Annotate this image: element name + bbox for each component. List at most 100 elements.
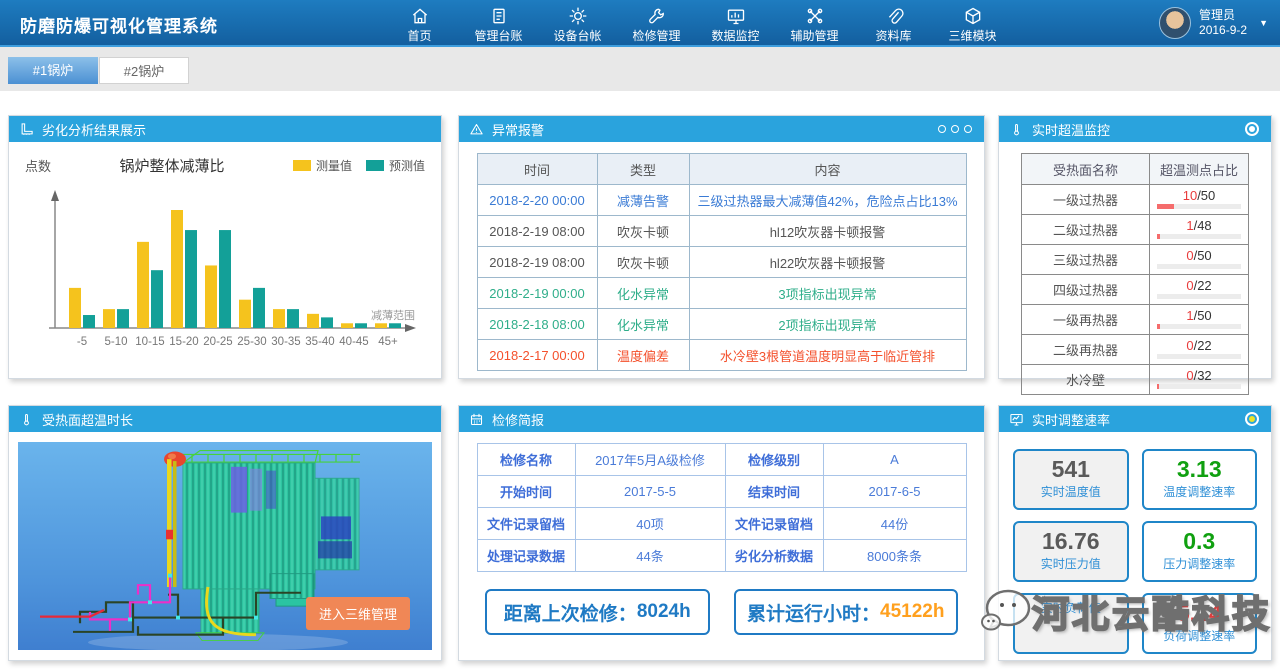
chart-legend: 测量值预测值 <box>293 157 425 174</box>
card-label: 实时负荷值 <box>1015 599 1127 616</box>
overtemp-header-row: 受热面名称超温测点占比 <box>1022 154 1249 185</box>
panel-title: 实时调整速率 <box>1032 410 1110 429</box>
realtime-cards: 541实时温度值3.13温度调整速率16.76实时压力值0.3压力调整速率实时负… <box>1013 449 1257 654</box>
card-value: 16.76 <box>1015 527 1127 555</box>
status-indicator[interactable] <box>1245 122 1259 136</box>
maintenance-table: 检修名称2017年5月A级检修检修级别A开始时间2017-5-5结束时间2017… <box>477 443 967 572</box>
calendar-icon <box>469 412 484 427</box>
svg-text:10-15: 10-15 <box>135 336 164 348</box>
maintenance-row: 开始时间2017-5-5结束时间2017-6-5 <box>477 476 966 508</box>
alarm-row: 2018-2-19 08:00吹灰卡顿hl12吹灰器卡顿报警 <box>477 216 966 247</box>
chart-y-label: 点数 <box>25 156 51 175</box>
panel-adjust-rate: 实时调整速率 541实时温度值3.13温度调整速率16.76实时压力值0.3压力… <box>998 405 1272 661</box>
ledger-icon <box>489 6 509 26</box>
avatar <box>1159 7 1191 39</box>
maintenance-row: 文件记录留档40项文件记录留档44份 <box>477 508 966 540</box>
maintenance-stats: 距离上次检修：8024h 累计运行小时：45122h <box>485 589 958 635</box>
card-value: 541 <box>1015 455 1127 483</box>
svg-text:5-10: 5-10 <box>104 336 127 348</box>
panel-title: 异常报警 <box>492 120 544 139</box>
panel-header: 受热面超温时长 <box>9 406 441 432</box>
svg-text:15-20: 15-20 <box>169 336 198 348</box>
card-label: 实时压力值 <box>1015 555 1127 572</box>
alarm-row: 2018-2-18 08:00化水异常2项指标出现异常 <box>477 309 966 340</box>
monitor-chart-icon <box>1009 412 1024 427</box>
nav-tools[interactable]: 辅助管理 <box>775 4 854 45</box>
nav-ledger[interactable]: 管理台账 <box>459 4 538 45</box>
boiler-tabstrip: #1锅炉#2锅炉 <box>0 47 1280 91</box>
card-label: 负荷调整速率 <box>1144 627 1256 644</box>
panel-header: 劣化分析结果展示 <box>9 116 441 142</box>
gear-icon <box>568 6 588 26</box>
main-nav: 首页管理台账设备台帐检修管理数据监控辅助管理资料库三维模块 <box>380 4 1012 45</box>
boiler-3d-view[interactable]: 进入三维管理 <box>18 442 432 650</box>
ruler-icon <box>19 122 34 137</box>
panel-overtemp-monitor: 实时超温监控 受热面名称超温测点占比一级过热器10/50二级过热器1/48三级过… <box>998 115 1272 379</box>
maintenance-row: 处理记录数据44条劣化分析数据8000条条 <box>477 540 966 572</box>
panel-heat-surface-3d: 受热面超温时长 <box>8 405 442 661</box>
panel-title: 劣化分析结果展示 <box>42 120 146 139</box>
svg-text:25-30: 25-30 <box>237 336 266 348</box>
realtime-card: 541实时温度值 <box>1013 449 1129 510</box>
more-options-icon[interactable] <box>938 125 972 133</box>
user-info[interactable]: 管理员 2016-9-2 ▼ <box>1159 7 1268 39</box>
tab-boiler-2[interactable]: #2锅炉 <box>99 57 189 84</box>
panel-maintenance-brief: 检修简报 检修名称2017年5月A级检修检修级别A开始时间2017-5-5结束时… <box>458 405 985 661</box>
overtemp-row: 二级过热器1/48 <box>1022 215 1249 245</box>
alarm-header-row: 时间类型内容 <box>477 154 966 185</box>
overtemp-row: 水冷壁0/32 <box>1022 365 1249 395</box>
panel-header: 实时调整速率 <box>999 406 1271 432</box>
maintenance-stat-button[interactable]: 累计运行小时：45122h <box>734 589 959 635</box>
alarm-row: 2018-2-20 00:00减薄告警三级过热器最大减薄值42%，危险点占比13… <box>477 185 966 216</box>
tab-boiler-1[interactable]: #1锅炉 <box>8 57 98 84</box>
realtime-card: 16.76实时压力值 <box>1013 521 1129 582</box>
status-indicator[interactable] <box>1245 412 1259 426</box>
nav-home[interactable]: 首页 <box>380 4 459 45</box>
card-value: 3.13 <box>1144 455 1256 483</box>
card-label: 温度调整速率 <box>1144 483 1256 500</box>
alarm-table: 时间类型内容2018-2-20 00:00减薄告警三级过热器最大减薄值42%，危… <box>477 153 967 371</box>
legend-item: 测量值 <box>293 157 352 174</box>
overtemp-table: 受热面名称超温测点占比一级过热器10/50二级过热器1/48三级过热器0/50四… <box>1021 153 1249 395</box>
card-value: 0.3 <box>1144 527 1256 555</box>
nav-cube[interactable]: 三维模块 <box>933 4 1012 45</box>
card-label: 压力调整速率 <box>1144 555 1256 572</box>
monitor-icon <box>726 6 746 26</box>
maintenance-stat-button[interactable]: 距离上次检修：8024h <box>485 589 710 635</box>
realtime-card: 实时负荷值 <box>1013 593 1129 654</box>
app-title: 防磨防爆可视化管理系统 <box>20 12 218 37</box>
panel-header: 实时超温监控 <box>999 116 1271 142</box>
thermometer-icon <box>1009 122 1024 137</box>
chevron-down-icon[interactable]: ▼ <box>1259 18 1268 28</box>
panel-title: 实时超温监控 <box>1032 120 1110 139</box>
overtemp-row: 一级过热器10/50 <box>1022 185 1249 215</box>
chart-title: 锅炉整体减薄比 <box>51 155 293 176</box>
panel-title: 检修简报 <box>492 410 544 429</box>
user-date: 2016-9-2 <box>1199 23 1247 38</box>
panel-header: 异常报警 <box>459 116 984 142</box>
svg-text:20-25: 20-25 <box>203 336 232 348</box>
paperclip-icon <box>884 6 904 26</box>
top-bar: 防磨防爆可视化管理系统 首页管理台账设备台帐检修管理数据监控辅助管理资料库三维模… <box>0 0 1280 47</box>
overtemp-row: 一级再热器1/50 <box>1022 305 1249 335</box>
panel-degradation-analysis: 劣化分析结果展示 点数 锅炉整体减薄比 测量值预测值 减薄范围-55-1010-… <box>8 115 442 379</box>
panel-header: 检修简报 <box>459 406 984 432</box>
thermometer-icon <box>19 412 34 427</box>
realtime-card: 3.13温度调整速率 <box>1142 449 1258 510</box>
realtime-card: 0.3压力调整速率 <box>1142 521 1258 582</box>
legend-item: 预测值 <box>366 157 425 174</box>
nav-paperclip[interactable]: 资料库 <box>854 4 933 45</box>
overtemp-row: 二级再热器0/22 <box>1022 335 1249 365</box>
card-label: 实时温度值 <box>1015 483 1127 500</box>
nav-monitor[interactable]: 数据监控 <box>696 4 775 45</box>
tools-icon <box>805 6 825 26</box>
svg-text:45+: 45+ <box>378 336 398 348</box>
nav-wrench[interactable]: 检修管理 <box>617 4 696 45</box>
nav-gear[interactable]: 设备台帐 <box>538 4 617 45</box>
maintenance-row: 检修名称2017年5月A级检修检修级别A <box>477 444 966 476</box>
cube-icon <box>963 6 983 26</box>
svg-text:35-40: 35-40 <box>305 336 334 348</box>
enter-3d-management-button[interactable]: 进入三维管理 <box>306 597 410 630</box>
home-icon <box>410 6 430 26</box>
card-value: 5.14 <box>1144 599 1256 627</box>
